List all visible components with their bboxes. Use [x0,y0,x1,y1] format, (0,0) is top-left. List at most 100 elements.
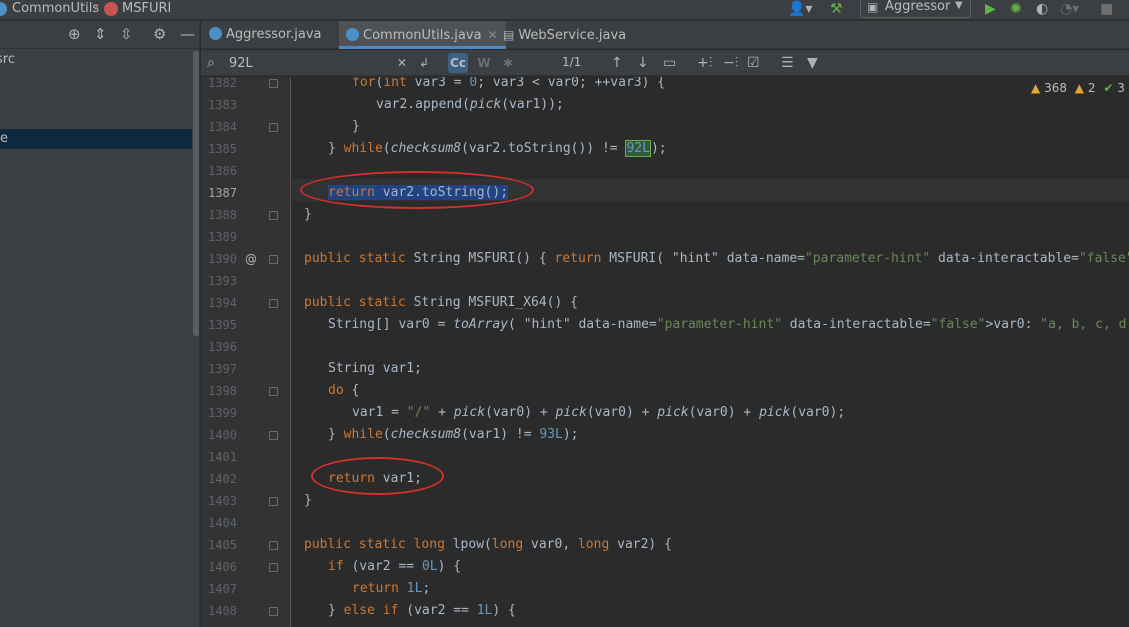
tree-item-selected[interactable]: e [0,129,192,149]
code-line[interactable]: public static String MSFURI() { return M… [304,248,1129,270]
tab-commonutils[interactable]: CommonUtils.java ✕ [339,21,506,49]
fold-marker-icon[interactable] [269,387,278,396]
warning-icon: ▲ [1031,81,1041,95]
code-line[interactable]: var2.append(pick(var1)); [376,94,564,116]
line-number: 1405 [208,538,237,552]
line-number: 1388 [208,208,237,222]
tab-aggressor[interactable]: Aggressor.java [209,21,321,49]
close-icon[interactable]: ✕ [488,28,498,42]
add-occurrence-icon[interactable]: +⫶ [697,54,712,72]
line-number: 1396 [208,340,237,354]
fold-marker-icon[interactable] [269,431,278,440]
line-number: 1389 [208,230,237,244]
find-bar: ⌕ ✕ ↲ Cc W ✱ 1/1 ↑ ↓ ▭ +⫶ −⫶ ☑ ☰ ▼ [201,50,1129,76]
whole-words-toggle[interactable]: W [474,53,494,73]
inspection-widget[interactable]: ▲ 368 ▲ 2 ✔ 3 [1031,81,1125,95]
line-number: 1404 [208,516,237,530]
code-line[interactable]: public static long lpow(long var0, long … [304,534,672,556]
code-line[interactable]: } [304,204,312,226]
fold-marker-icon[interactable] [269,541,278,550]
previous-occurrence-icon[interactable]: ↑ [611,54,623,72]
fold-marker-icon[interactable] [269,255,278,264]
build-hammer-icon[interactable]: ⚒ [830,0,843,18]
code-editor[interactable]: ▲ 368 ▲ 2 ✔ 3 1382 for(int var3 = 0; var3… [201,77,1129,627]
locate-icon[interactable]: ⊕ [68,25,81,43]
gear-icon[interactable]: ⚙ [153,25,166,43]
expand-all-icon[interactable]: ⇕ [94,25,107,43]
breadcrumb-class[interactable]: CommonUtils [12,1,99,16]
code-line[interactable]: String var1; [328,358,422,380]
collapse-all-icon[interactable]: ⇳ [120,25,133,43]
filter-options-icon[interactable]: ☰ [781,54,794,72]
code-line[interactable]: } while(checksum8(var2.toString()) != 92… [328,138,667,160]
line-number: 1383 [208,98,237,112]
navigation-bar: CommonUtils › MSFURI 👤▾ ⚒ ▣ Aggressor ▼ … [0,0,1129,20]
line-number: 1390 [208,252,237,266]
line-number: 1393 [208,274,237,288]
debug-icon[interactable]: ✺ [1010,0,1022,18]
select-all-icon[interactable]: ☑ [747,54,760,72]
match-case-toggle[interactable]: Cc [448,53,468,73]
code-line[interactable]: } else if (var2 == 1L) { [328,600,516,622]
class-icon [346,28,359,41]
fold-marker-icon[interactable] [269,211,278,220]
line-number: 1384 [208,120,237,134]
code-line[interactable]: if (var2 == 0L) { [328,556,461,578]
select-all-occurrences-icon[interactable]: ▭ [663,54,676,72]
coverage-icon[interactable]: ◐ [1036,0,1048,18]
weak-warning-count: 2 [1087,81,1096,95]
code-line[interactable]: var1 = "/" + pick(var0) + pick(var0) + p… [352,402,845,424]
search-input[interactable] [229,53,409,73]
ok-count: 3 [1117,81,1125,95]
line-number: 1385 [208,142,237,156]
line-number: 1406 [208,560,237,574]
history-icon[interactable]: ↲ [419,54,429,72]
line-number: 1382 [208,77,237,90]
code-line[interactable]: do { [328,380,359,402]
tab-label: WebService.java [518,28,627,43]
annotation-gutter-icon[interactable]: @ [245,248,257,270]
fold-marker-icon[interactable] [269,123,278,132]
run-icon[interactable]: ▶ [985,0,996,18]
breadcrumb-separator-icon: › [94,0,99,14]
run-configuration-select[interactable]: ▣ Aggressor ▼ [860,0,971,18]
code-line[interactable]: public static String MSFURI_X64() { [304,292,578,314]
next-occurrence-icon[interactable]: ↓ [637,54,649,72]
fold-marker-icon[interactable] [269,563,278,572]
regex-icon[interactable]: ✱ [503,54,513,72]
tree-item-src[interactable]: src [0,50,188,70]
code-line[interactable]: return 1L; [352,578,430,600]
stop-icon[interactable]: ■ [1100,0,1113,18]
class-icon [0,2,7,16]
code-line[interactable]: } [352,116,360,138]
clear-icon[interactable]: ✕ [397,54,407,72]
warning-count: 368 [1044,81,1067,95]
breadcrumb-method[interactable]: MSFURI [122,1,171,16]
user-icon[interactable]: 👤▾ [788,0,812,18]
tab-label: Aggressor.java [226,27,322,42]
filter-icon[interactable]: ▼ [807,54,818,72]
remove-occurrence-icon[interactable]: −⫶ [723,54,738,72]
line-number: 1386 [208,164,237,178]
fold-marker-icon[interactable] [269,299,278,308]
project-panel: ⊕ ⇕ ⇳ ⚙ — src e [0,21,200,627]
editor-tabs: Aggressor.java CommonUtils.java ✕ ▤ WebSer… [201,21,1129,49]
run-config-icon: ▣ [867,0,879,14]
profile-icon[interactable]: ◔▾ [1060,0,1079,18]
fold-marker-icon[interactable] [269,607,278,616]
code-line[interactable]: String[] var0 = toArray( "hint" data-nam… [328,314,1129,336]
fold-marker-icon[interactable] [269,79,278,88]
search-match: 92L [625,140,651,157]
project-scrollbar[interactable] [193,51,199,336]
code-line[interactable]: } while(checksum8(var1) != 93L); [328,424,579,446]
annotation-circle [300,171,534,209]
match-count: 1/1 [562,55,582,69]
line-number: 1400 [208,428,237,442]
tab-webservice[interactable]: ▤ WebService.java [503,21,626,49]
file-icon: ▤ [503,28,515,42]
fold-marker-icon[interactable] [269,497,278,506]
class-icon [209,27,222,40]
code-line[interactable]: for(int var3 = 0; var3 < var0; ++var3) { [352,77,665,94]
hide-icon[interactable]: — [180,25,195,43]
code-line[interactable]: } [304,490,312,512]
